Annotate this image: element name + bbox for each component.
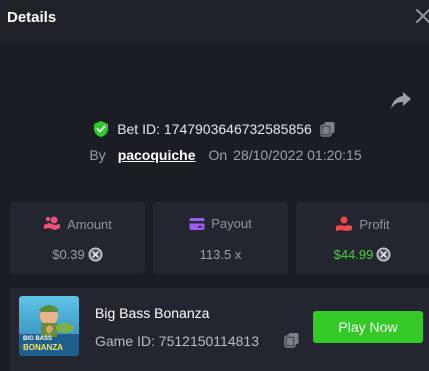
currency-coin-icon (376, 247, 391, 262)
bet-id-row: Bet ID: 1747903646732585856 (0, 118, 429, 140)
copy-icon[interactable] (320, 121, 336, 137)
game-panel: BIG BASS BONANZA Big Bass Bonanza Game I… (10, 288, 429, 371)
thumb-title-1: BIG BASS (23, 336, 53, 342)
shield-check-icon (94, 121, 109, 137)
game-id-label: Game ID: (95, 333, 155, 349)
bet-datetime: 28/10/2022 01:20:15 (233, 147, 362, 163)
payout-value-row: 113.5 x (153, 247, 288, 262)
payout-value: 113.5 x (199, 247, 242, 262)
profit-label: Profit (359, 216, 390, 232)
bet-meta-row: By pacoquiche On 28/10/2022 01:20:15 (0, 145, 429, 165)
thumb-title-2: BONANZA (23, 343, 63, 352)
details-header: Details (0, 0, 429, 46)
profit-value-row: $44.99 (296, 247, 429, 262)
card-icon (189, 217, 205, 230)
amount-value: $0.39 (52, 247, 85, 262)
copy-icon[interactable] (284, 332, 300, 348)
by-label: By (89, 147, 106, 163)
payout-header: Payout (153, 216, 288, 231)
close-icon[interactable] (414, 7, 429, 25)
on-label: On (208, 147, 228, 163)
profit-card: Profit $44.99 (296, 202, 429, 274)
game-thumbnail[interactable]: BIG BASS BONANZA (19, 296, 79, 356)
coins-icon (44, 216, 61, 230)
bet-id-prefix: Bet ID: (117, 121, 160, 137)
amount-header: Amount (10, 216, 145, 232)
amount-card: Amount $0.39 (10, 202, 145, 274)
share-icon[interactable] (390, 89, 412, 111)
bet-id-label: Bet ID: 1747903646732585856 (117, 121, 312, 137)
game-name: Big Bass Bonanza (95, 305, 210, 321)
game-id-value: 7512150114813 (158, 333, 259, 349)
game-id-row: Game ID: 7512150114813 (95, 333, 259, 349)
username-link[interactable]: pacoquiche (118, 147, 196, 163)
payout-card: Payout 113.5 x (153, 202, 288, 274)
amount-label: Amount (67, 216, 112, 232)
play-now-button[interactable]: Play Now (313, 311, 423, 343)
page-title: Details (7, 9, 57, 26)
currency-coin-icon (88, 247, 103, 262)
payout-label: Payout (211, 216, 252, 231)
hand-coin-icon (336, 216, 353, 231)
bet-id-value: 1747903646732585856 (163, 121, 312, 137)
amount-value-row: $0.39 (10, 247, 145, 262)
profit-value: $44.99 (333, 247, 374, 262)
profit-header: Profit (296, 216, 429, 232)
